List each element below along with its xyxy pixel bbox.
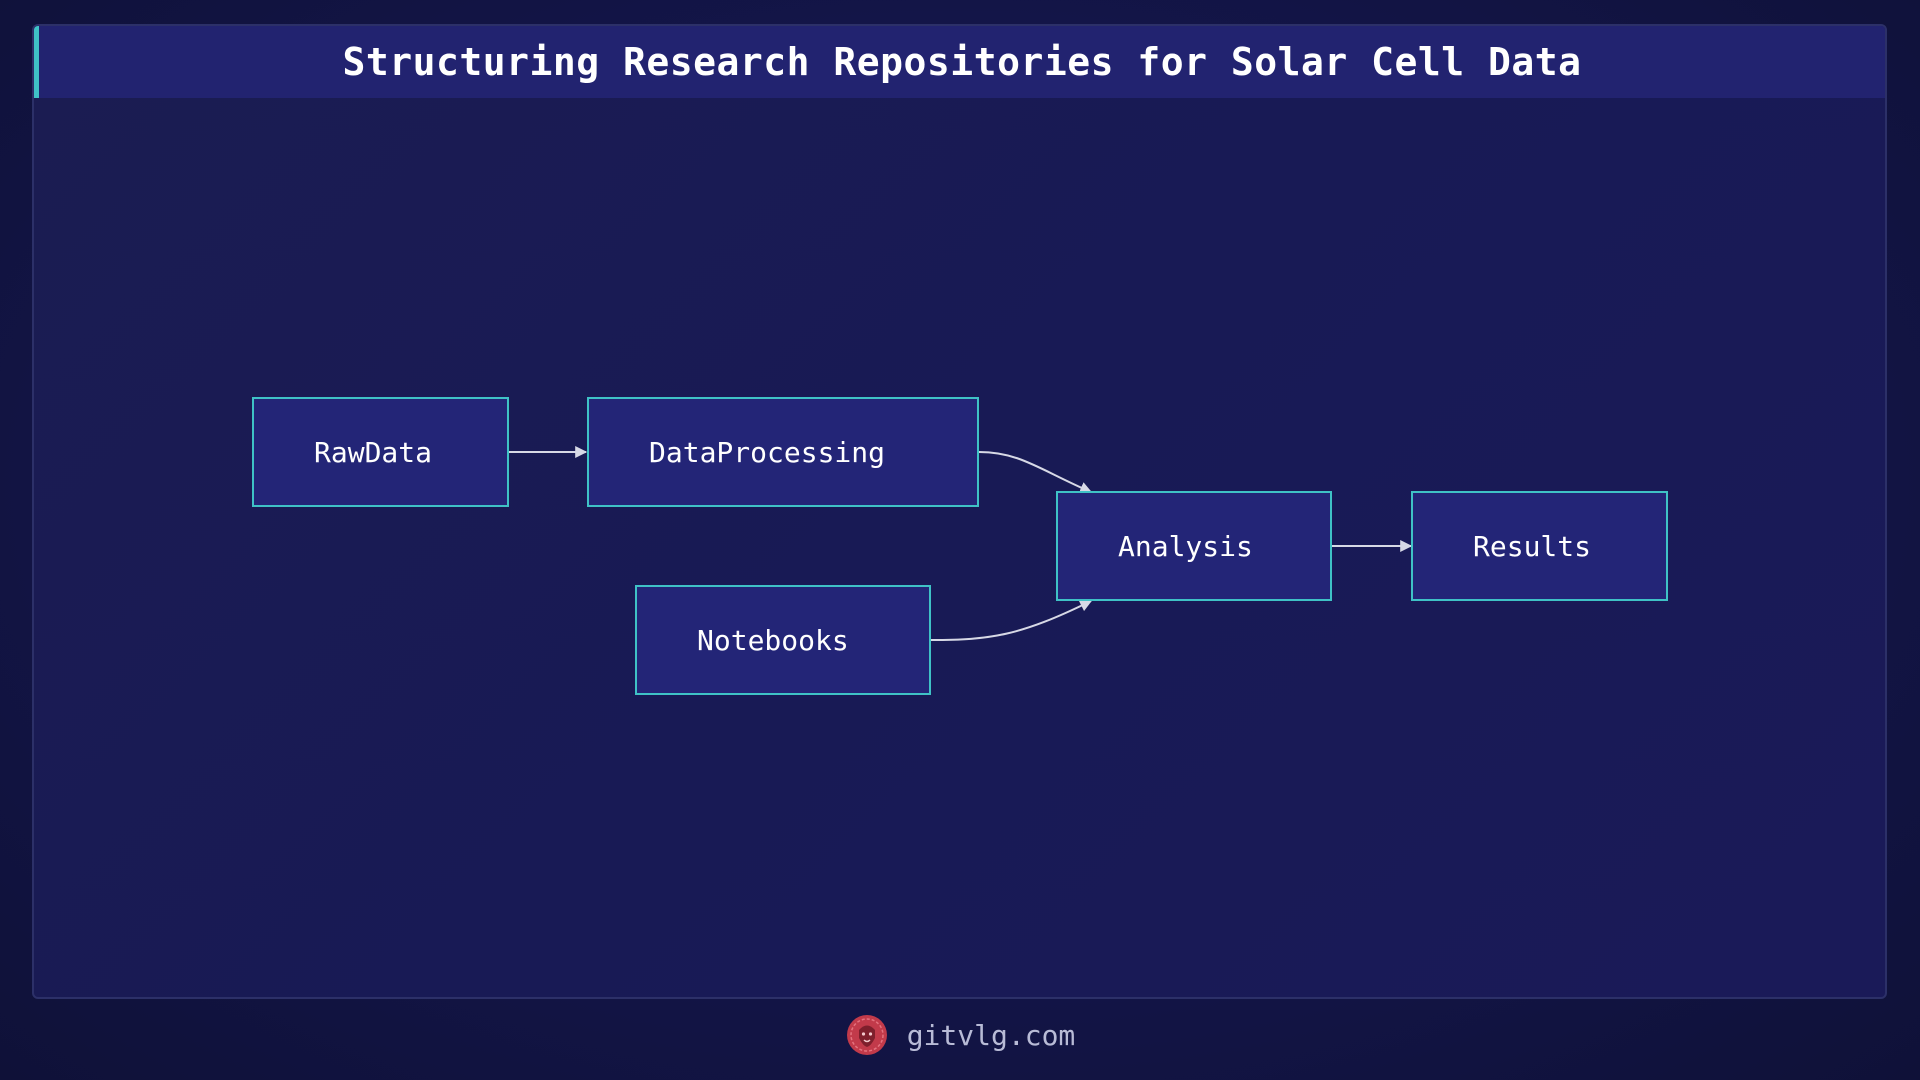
edge-dataprocessing-to-analysis [978,451,1093,494]
footer: gitvlg.com [0,1010,1920,1060]
footer-site-link[interactable]: gitvlg.com [907,1019,1076,1052]
node-notebooks[interactable]: Notebooks [635,585,931,695]
node-rawdata-label: RawData [314,435,433,469]
node-results-label: Results [1473,529,1592,563]
lion-logo-icon [846,1015,887,1055]
edge-notebooks-to-analysis [930,600,1093,641]
node-rawdata[interactable]: RawData [252,397,509,507]
node-dataprocessing[interactable]: DataProcessing [587,397,979,507]
node-notebooks-label: Notebooks [697,623,849,657]
node-analysis-label: Analysis [1118,529,1253,563]
node-dataprocessing-label: DataProcessing [649,435,886,469]
node-results[interactable]: Results [1411,491,1668,601]
node-analysis[interactable]: Analysis [1056,491,1332,601]
